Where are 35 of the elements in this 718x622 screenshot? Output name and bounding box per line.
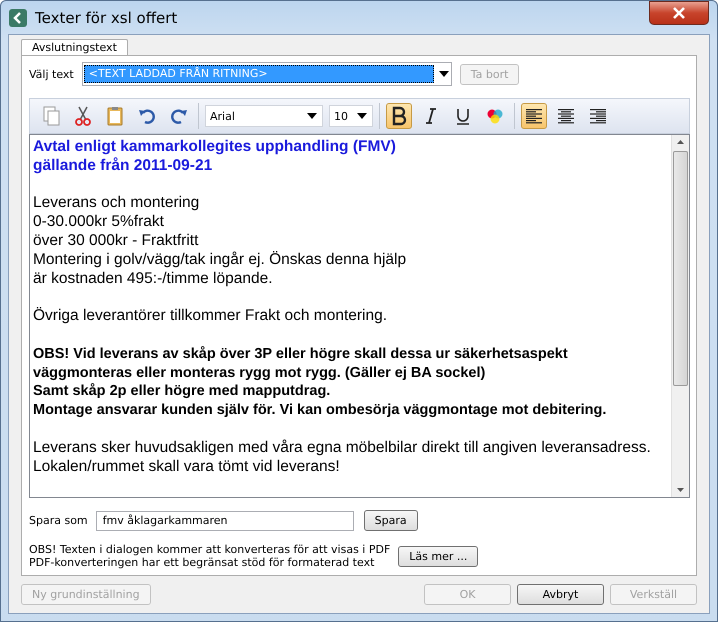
dropdown-arrow-icon	[356, 112, 368, 120]
dropdown-arrow-icon	[438, 70, 450, 78]
close-icon	[671, 7, 687, 19]
scrollbar[interactable]	[671, 135, 689, 497]
select-label: Välj text	[29, 68, 74, 80]
save-as-label: Spara som	[29, 514, 88, 527]
editor-text-line: Övriga leverantörer tillkommer Frakt och montering.	[33, 307, 388, 326]
editor-text-line: OBS! Vid leverans av skåp över 3P eller högre skall dessa ur säkerhetsaspekt	[33, 344, 569, 364]
editor-text-line: Montering i golv/vägg/tak ingår ej. Önskas denna hjälp	[33, 250, 408, 270]
editor-text-line: Samt skåp 2p eller högre med mapputdrag.	[33, 382, 332, 402]
size-dropdown[interactable]: 10	[329, 105, 373, 127]
scissors-icon	[72, 105, 94, 127]
editor-text-line: Avtal enligt kammarkollegites upphandling (FMV)	[33, 138, 397, 157]
editor-text-line: Leverans sker huvudsakligen med våra egna möbelbilar direkt till angiven leveransadress.	[33, 438, 652, 458]
dialog-button[interactable]: Avbryt	[517, 584, 604, 605]
editor-text-line: är kostnaden 495:-/timme löpande.	[33, 270, 274, 288]
align-button[interactable]	[521, 103, 547, 129]
editor-text-line: 0-30.000kr 5%frakt	[33, 213, 165, 232]
editor-text-line: Lokalen/rummet skall vara tömt vid leverans!	[33, 458, 341, 476]
editor-text-line: Leverans och montering	[33, 194, 200, 214]
editor-text-line: gällande från 2011-09-21	[33, 156, 214, 176]
dropdown-arrow-icon	[306, 112, 318, 120]
editor-text-line: över 30 000kr - Fraktfritt	[33, 232, 200, 251]
save-button[interactable]: Spara	[364, 510, 418, 531]
group-tab[interactable]: Avslutningstext	[21, 39, 128, 55]
editor-text-line: Montage ansvarar kunden själv för. Vi kan ombesörja väggmontage mot debitering.	[33, 401, 608, 420]
editor-text-line: väggmonteras eller monteras rygg mot rygg. (Gäller ej BA sockel)	[33, 364, 486, 382]
close-button[interactable]	[649, 1, 709, 25]
pdf-notice: OBS! Texten i dialogen kommer att konverteras för att visas i PDF PDF-konverteringen har ett begränsat stöd för formaterad text	[29, 543, 390, 569]
text-editor[interactable]	[29, 134, 690, 498]
read-more-button[interactable]: Läs mer ...	[398, 546, 478, 566]
save-name-field[interactable]: fmv åklagarkammaren	[96, 510, 354, 530]
bold-button[interactable]	[386, 103, 412, 129]
font-dropdown[interactable]: Arial	[205, 105, 323, 127]
window-title: Texter för xsl offert	[35, 8, 178, 26]
